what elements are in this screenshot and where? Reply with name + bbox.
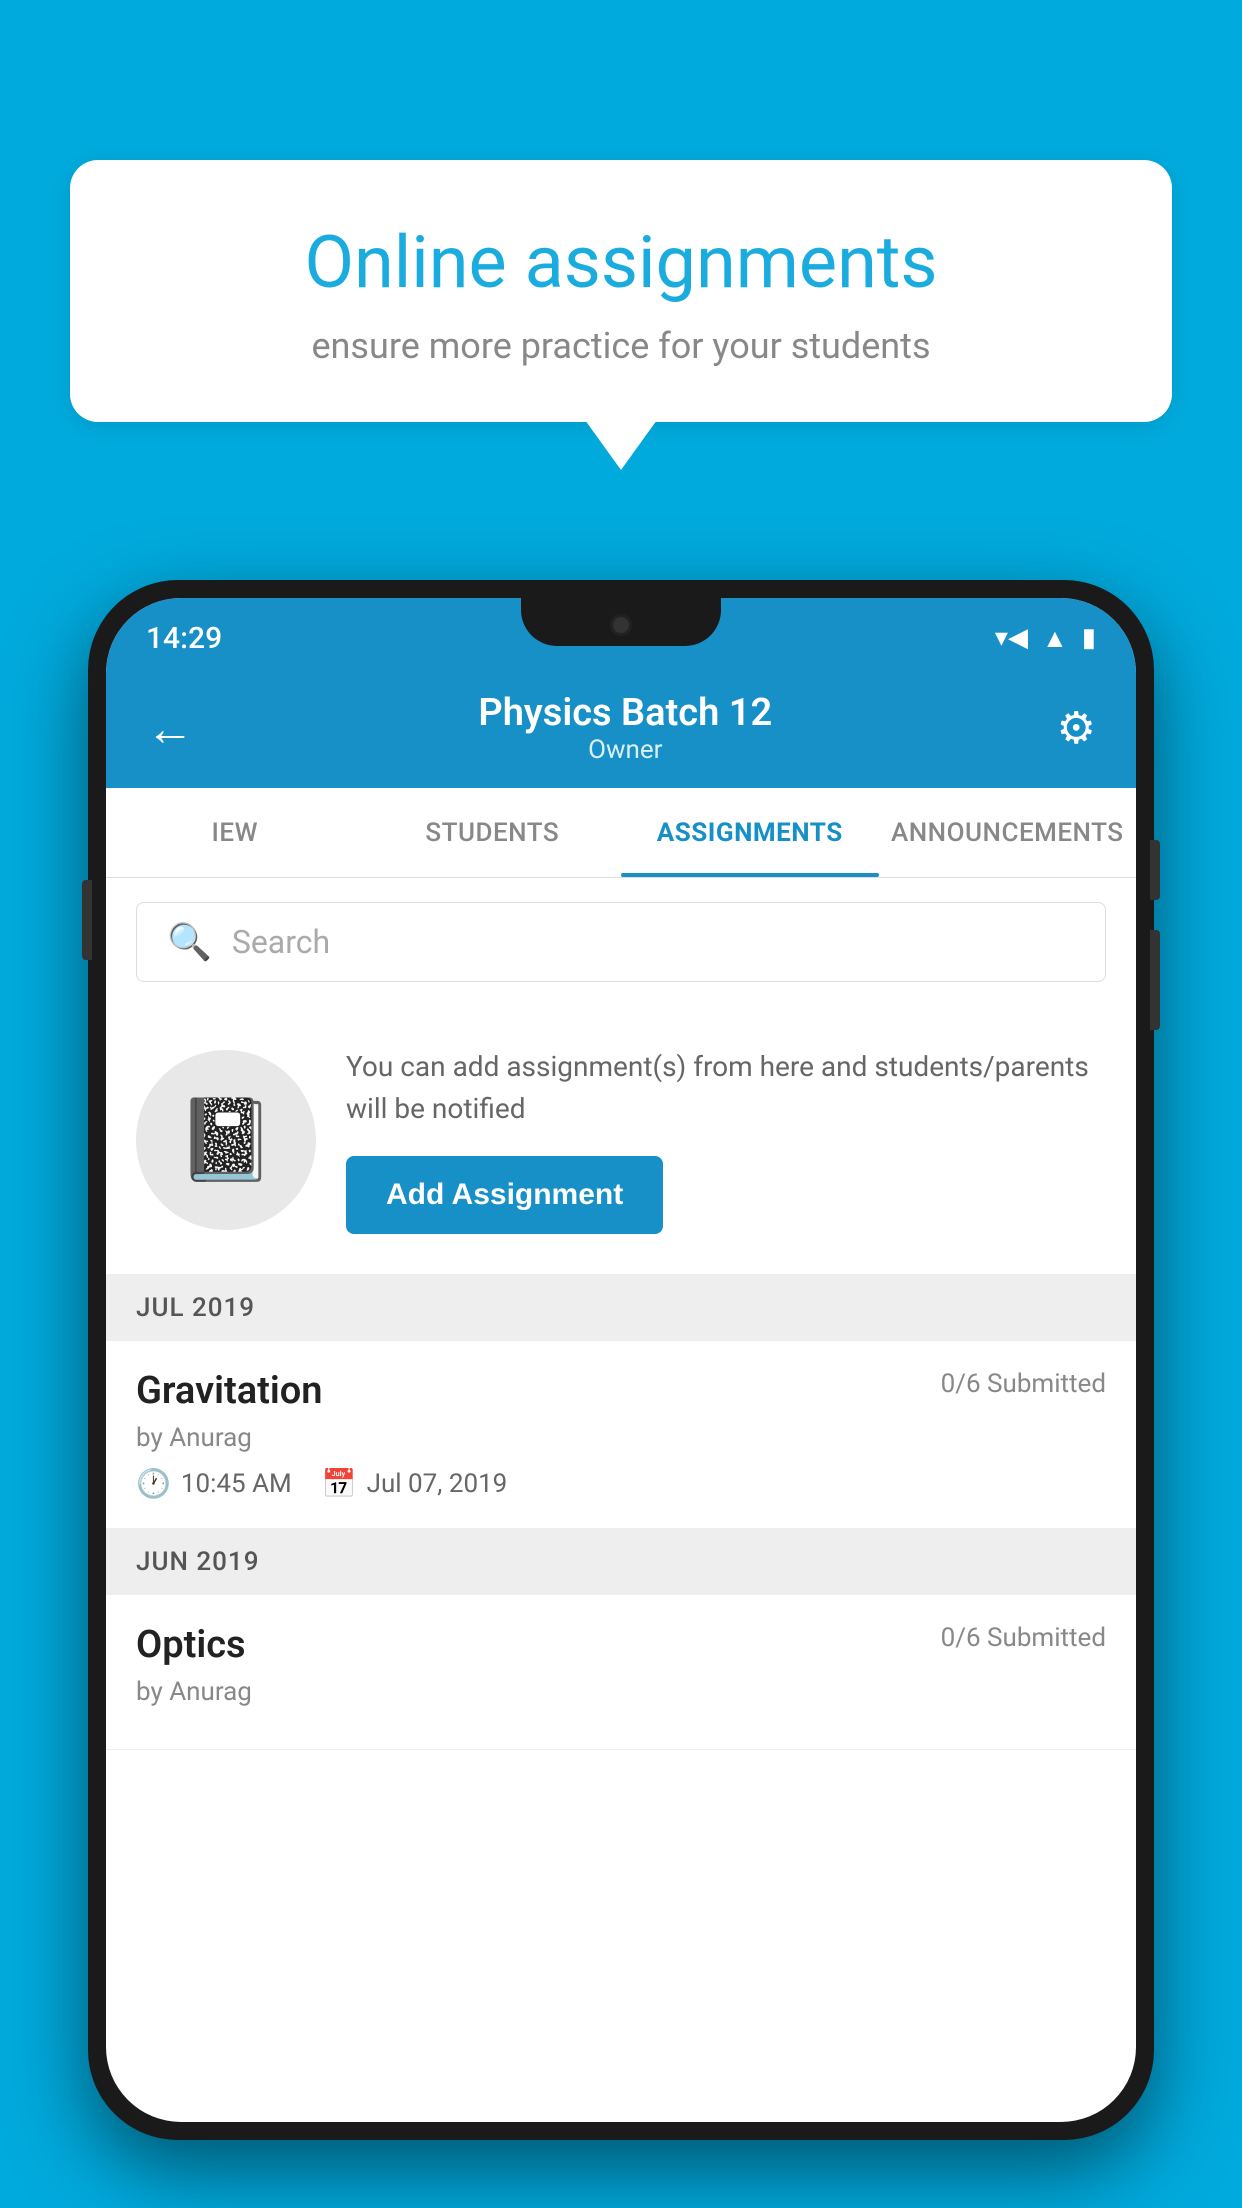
assignment-date-value: Jul 07, 2019 bbox=[367, 1469, 508, 1499]
phone-outer-frame: 14:29 ▾◀ ▲ ▮ ← Physics Batch 12 Owner ⚙ bbox=[88, 580, 1154, 2140]
phone-mockup: 14:29 ▾◀ ▲ ▮ ← Physics Batch 12 Owner ⚙ bbox=[88, 580, 1154, 2140]
search-bar[interactable]: 🔍 Search bbox=[136, 902, 1106, 982]
battery-icon: ▮ bbox=[1082, 623, 1096, 653]
section-header-jun-text: JUN 2019 bbox=[136, 1547, 259, 1577]
search-placeholder: Search bbox=[232, 923, 330, 961]
calendar-icon: 📅 bbox=[322, 1467, 357, 1500]
tab-assignments-label: ASSIGNMENTS bbox=[657, 818, 843, 848]
tab-iew[interactable]: IEW bbox=[106, 788, 364, 877]
assignment-date-gravitation: 📅 Jul 07, 2019 bbox=[322, 1467, 508, 1500]
promo-description: You can add assignment(s) from here and … bbox=[346, 1046, 1106, 1130]
tab-students[interactable]: STUDENTS bbox=[364, 788, 622, 877]
settings-icon[interactable]: ⚙ bbox=[1057, 702, 1096, 754]
speech-bubble-subtitle: ensure more practice for your students bbox=[140, 325, 1102, 367]
app-bar: ← Physics Batch 12 Owner ⚙ bbox=[106, 668, 1136, 788]
assignment-item-optics[interactable]: Optics 0/6 Submitted by Anurag bbox=[106, 1595, 1136, 1750]
assignment-title-gravitation: Gravitation bbox=[136, 1369, 323, 1413]
signal-icon: ▲ bbox=[1042, 623, 1068, 654]
section-header-jul: JUL 2019 bbox=[106, 1275, 1136, 1341]
speech-bubble-section: Online assignments ensure more practice … bbox=[70, 160, 1172, 470]
tab-assignments[interactable]: ASSIGNMENTS bbox=[621, 788, 879, 877]
notebook-icon: 📓 bbox=[176, 1093, 276, 1187]
status-time: 14:29 bbox=[146, 621, 222, 656]
app-bar-title-group: Physics Batch 12 Owner bbox=[478, 691, 772, 765]
search-icon: 🔍 bbox=[167, 921, 212, 963]
speech-bubble-card: Online assignments ensure more practice … bbox=[70, 160, 1172, 422]
assignment-title-optics: Optics bbox=[136, 1623, 246, 1667]
assignment-time-value: 10:45 AM bbox=[181, 1469, 292, 1499]
tab-announcements-label: ANNOUNCEMENTS bbox=[891, 818, 1124, 848]
side-button-right-top bbox=[1150, 840, 1160, 900]
add-assignment-button[interactable]: Add Assignment bbox=[346, 1156, 663, 1234]
front-camera bbox=[610, 614, 632, 636]
search-container: 🔍 Search bbox=[106, 878, 1136, 1006]
add-assignment-promo: 📓 You can add assignment(s) from here an… bbox=[106, 1006, 1136, 1275]
tabs-bar: IEW STUDENTS ASSIGNMENTS ANNOUNCEMENTS bbox=[106, 788, 1136, 878]
promo-icon-circle: 📓 bbox=[136, 1050, 316, 1230]
speech-bubble-title: Online assignments bbox=[140, 220, 1102, 305]
back-button[interactable]: ← bbox=[146, 700, 194, 757]
wifi-icon: ▾◀ bbox=[995, 623, 1028, 653]
speech-bubble-tail bbox=[585, 420, 657, 470]
assignment-row-top: Gravitation 0/6 Submitted bbox=[136, 1369, 1106, 1413]
section-header-jun: JUN 2019 bbox=[106, 1529, 1136, 1595]
tab-students-label: STUDENTS bbox=[425, 818, 559, 848]
promo-content: You can add assignment(s) from here and … bbox=[346, 1046, 1106, 1234]
assignment-item-gravitation[interactable]: Gravitation 0/6 Submitted by Anurag 🕐 10… bbox=[106, 1341, 1136, 1529]
phone-screen: 14:29 ▾◀ ▲ ▮ ← Physics Batch 12 Owner ⚙ bbox=[106, 598, 1136, 2122]
clock-icon: 🕐 bbox=[136, 1467, 171, 1500]
assignment-meta-gravitation: 🕐 10:45 AM 📅 Jul 07, 2019 bbox=[136, 1467, 1106, 1500]
section-header-jul-text: JUL 2019 bbox=[136, 1293, 255, 1323]
status-icons: ▾◀ ▲ ▮ bbox=[995, 623, 1096, 654]
assignment-submitted-optics: 0/6 Submitted bbox=[941, 1623, 1106, 1653]
side-button-right-bottom bbox=[1150, 930, 1160, 1030]
assignment-author-gravitation: by Anurag bbox=[136, 1423, 1106, 1453]
phone-notch bbox=[521, 598, 721, 646]
app-bar-subtitle: Owner bbox=[478, 735, 772, 765]
app-bar-title: Physics Batch 12 bbox=[478, 691, 772, 735]
assignment-author-optics: by Anurag bbox=[136, 1677, 1106, 1707]
side-button-left bbox=[82, 880, 92, 960]
tab-iew-label: IEW bbox=[212, 818, 258, 848]
assignment-optics-row-top: Optics 0/6 Submitted bbox=[136, 1623, 1106, 1667]
assignment-time-gravitation: 🕐 10:45 AM bbox=[136, 1467, 292, 1500]
assignment-submitted-gravitation: 0/6 Submitted bbox=[941, 1369, 1106, 1399]
tab-announcements[interactable]: ANNOUNCEMENTS bbox=[879, 788, 1137, 877]
